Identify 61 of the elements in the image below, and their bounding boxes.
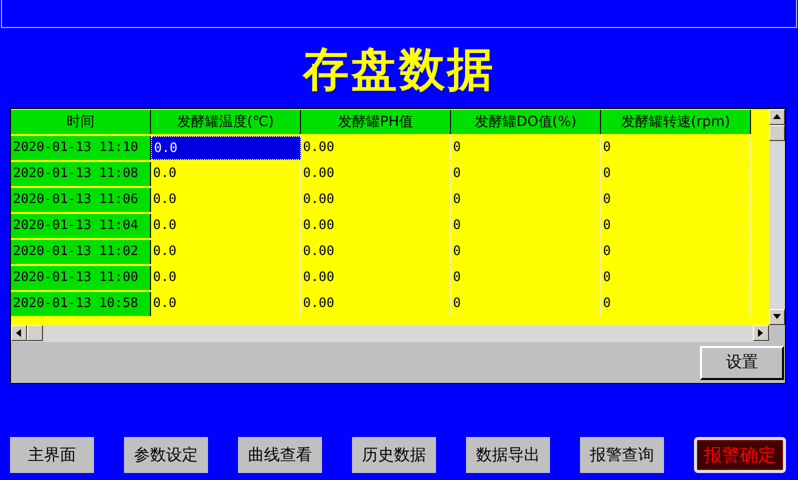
table-cell[interactable]: 0.00: [301, 266, 451, 290]
table-cell[interactable]: 2020-01-13 11:06: [11, 188, 151, 212]
scroll-left-button[interactable]: [11, 325, 27, 341]
table-cell[interactable]: 0.0: [151, 292, 301, 316]
table-cell[interactable]: 0: [601, 188, 751, 212]
table-cell[interactable]: 0: [451, 240, 601, 264]
table-cell[interactable]: 2020-01-13 11:08: [11, 162, 151, 186]
nav-button[interactable]: 参数设定: [124, 437, 208, 473]
nav-button[interactable]: 曲线查看: [238, 437, 322, 473]
table-cell[interactable]: 0: [451, 292, 601, 316]
nav-button[interactable]: 主界面: [10, 437, 94, 473]
table-cell[interactable]: 0: [601, 292, 751, 316]
table-cell[interactable]: 0.0: [151, 214, 301, 238]
table-cell[interactable]: 0.0: [151, 266, 301, 290]
table-cell[interactable]: 0: [601, 162, 751, 186]
table-cell[interactable]: 0.00: [301, 136, 451, 160]
table-cell[interactable]: 2020-01-13 10:58: [11, 292, 151, 316]
table-cell[interactable]: 0: [601, 240, 751, 264]
table-cell[interactable]: 0.00: [301, 188, 451, 212]
vertical-scrollbar[interactable]: [769, 109, 785, 325]
table-cell[interactable]: 2020-01-13 11:10: [11, 136, 151, 160]
scroll-thumb[interactable]: [27, 325, 43, 341]
settings-button[interactable]: 设置: [700, 346, 784, 380]
scroll-up-button[interactable]: [769, 109, 785, 125]
column-header: 发酵罐PH值: [301, 110, 451, 134]
nav-button[interactable]: 报警查询: [580, 437, 664, 473]
table-cell[interactable]: 0: [601, 266, 751, 290]
table-cell[interactable]: 0.00: [301, 214, 451, 238]
table-cell[interactable]: 0.0: [151, 162, 301, 186]
table-cell[interactable]: 0: [601, 214, 751, 238]
table-cell[interactable]: 0.00: [301, 162, 451, 186]
table-cell[interactable]: 0: [451, 162, 601, 186]
alarm-confirm-button[interactable]: 报警确定: [694, 437, 786, 473]
table-cell[interactable]: 0: [601, 136, 751, 160]
column-header: 发酵罐转速(rpm): [601, 110, 751, 134]
nav-button[interactable]: 数据导出: [466, 437, 550, 473]
scroll-down-button[interactable]: [769, 309, 785, 325]
scroll-right-button[interactable]: [753, 325, 769, 341]
nav-button[interactable]: 历史数据: [352, 437, 436, 473]
column-header: 发酵罐DO值(%): [451, 110, 601, 134]
table-cell[interactable]: 0.0: [151, 240, 301, 264]
down-arrow-icon: [773, 313, 781, 321]
table-cell[interactable]: 0.00: [301, 240, 451, 264]
table-cell[interactable]: 0.00: [301, 292, 451, 316]
column-header: 时间: [11, 110, 151, 134]
page-title: 存盘数据: [303, 41, 495, 98]
column-header: 发酵罐温度(℃): [151, 110, 301, 134]
table-cell[interactable]: 2020-01-13 11:02: [11, 240, 151, 264]
table-cell[interactable]: 0: [451, 188, 601, 212]
horizontal-scrollbar[interactable]: [11, 325, 769, 342]
table-cell[interactable]: 0: [451, 136, 601, 160]
right-arrow-icon: [757, 329, 765, 337]
table-cell[interactable]: 0: [451, 266, 601, 290]
table-cell[interactable]: 2020-01-13 11:04: [11, 214, 151, 238]
left-arrow-icon: [15, 329, 23, 337]
table-cell[interactable]: 0: [451, 214, 601, 238]
scroll-thumb[interactable]: [769, 125, 785, 141]
table-cell[interactable]: 2020-01-13 11:00: [11, 266, 151, 290]
table-cell[interactable]: 0.0: [151, 136, 301, 160]
up-arrow-icon: [773, 113, 781, 121]
table-cell[interactable]: 0.0: [151, 188, 301, 212]
